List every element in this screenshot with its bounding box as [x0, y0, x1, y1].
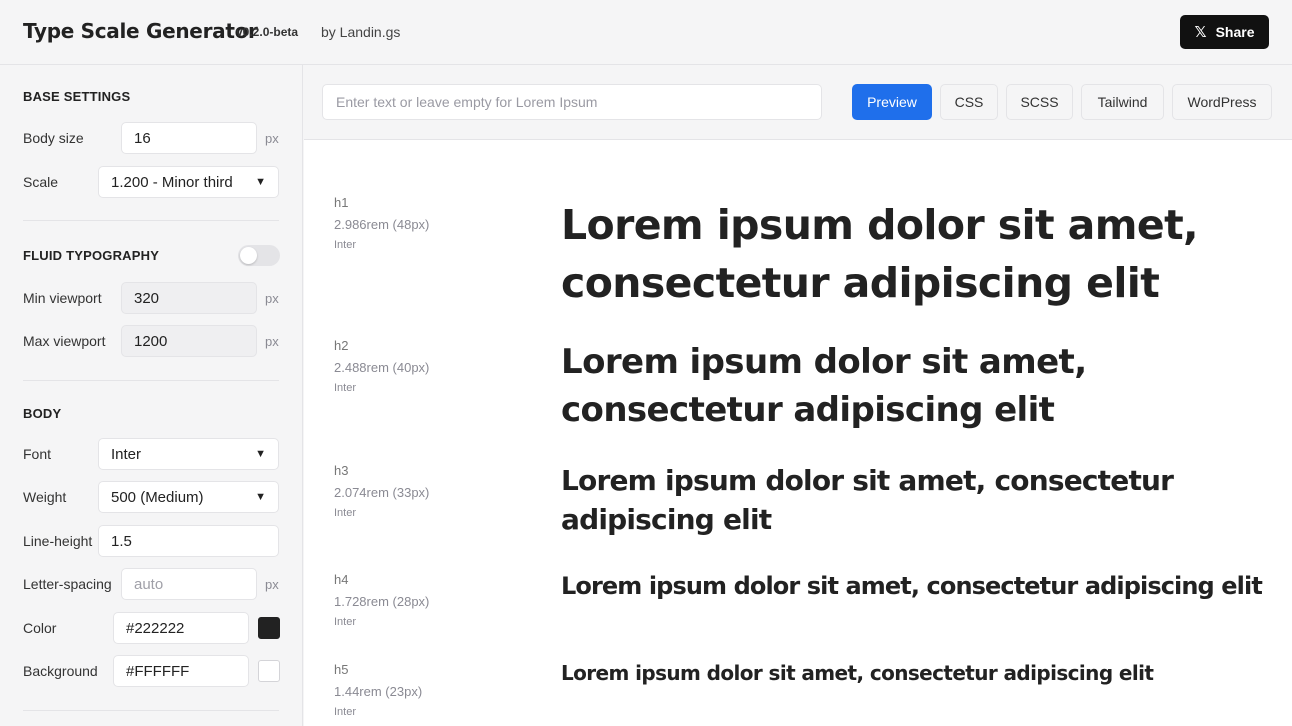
h2-size: 2.488rem (40px)	[334, 360, 430, 375]
divider	[23, 710, 279, 711]
toggle-knob	[240, 247, 257, 264]
h4-size: 1.728rem (28px)	[334, 594, 430, 609]
min-viewport-value: 320	[134, 289, 160, 307]
h3-font: Inter	[334, 507, 357, 519]
line-height-label: Line-height	[23, 533, 93, 549]
h1-sample: Lorem ipsum dolor sit amet, consectetur …	[561, 201, 1199, 307]
chevron-down-icon: ▼	[255, 448, 266, 460]
background-label: Background	[23, 663, 98, 679]
h1-font: Inter	[334, 239, 357, 251]
scale-value: 1.200 - Minor third	[111, 173, 233, 191]
background-value: #FFFFFF	[126, 662, 190, 680]
h5-sample: Lorem ipsum dolor sit amet, consectetur …	[561, 661, 1154, 685]
max-viewport-unit: px	[265, 334, 279, 349]
chevron-down-icon: ▼	[255, 491, 266, 503]
h5-font: Inter	[334, 706, 357, 718]
divider	[23, 220, 279, 221]
min-viewport-input[interactable]: 320	[121, 282, 257, 314]
weight-select[interactable]: 500 (Medium) ▼	[98, 481, 279, 513]
base-settings-title: BASE SETTINGS	[23, 89, 131, 104]
h2-font: Inter	[334, 382, 357, 394]
settings-sidebar: BASE SETTINGS Body size 16 px Scale 1.20…	[0, 65, 303, 726]
app-title: Type Scale Generator	[23, 19, 258, 43]
top-bar: Type Scale Generator v0.2.0-beta by Land…	[0, 0, 1292, 65]
h5-size: 1.44rem (23px)	[334, 684, 423, 699]
x-logo-icon: 𝕏	[1194, 24, 1207, 41]
tab-tailwind[interactable]: Tailwind	[1081, 84, 1164, 120]
weight-label: Weight	[23, 489, 67, 505]
weight-value: 500 (Medium)	[111, 488, 204, 506]
line-height-input[interactable]: 1.5	[98, 525, 279, 557]
divider	[23, 380, 279, 381]
byline-link[interactable]: by Landin.gs	[321, 24, 400, 40]
letter-spacing-input[interactable]: auto	[121, 568, 257, 600]
tab-wordpress[interactable]: WordPress	[1172, 84, 1272, 120]
h2-tag: h2	[334, 338, 349, 353]
chevron-down-icon: ▼	[255, 176, 266, 188]
h2-sample: Lorem ipsum dolor sit amet, consectetur …	[561, 342, 1087, 430]
tab-scss[interactable]: SCSS	[1006, 84, 1073, 120]
preview-text-input[interactable]	[322, 84, 822, 120]
h4-meta: h4 1.728rem (28px) Inter	[334, 572, 429, 628]
body-size-input[interactable]: 16	[121, 122, 257, 154]
share-button-label: Share	[1215, 24, 1255, 40]
body-section-title: BODY	[23, 406, 62, 421]
font-label: Font	[23, 446, 52, 462]
max-viewport-value: 1200	[134, 332, 168, 350]
preview-toolbar: Preview CSS SCSS Tailwind WordPress	[304, 65, 1292, 140]
background-swatch[interactable]	[258, 660, 280, 682]
tab-css[interactable]: CSS	[940, 84, 998, 120]
h3-size: 2.074rem (33px)	[334, 485, 430, 500]
fluid-typography-toggle[interactable]	[238, 245, 280, 266]
body-size-value: 16	[134, 129, 151, 147]
letter-spacing-placeholder: auto	[134, 575, 164, 593]
font-select[interactable]: Inter ▼	[98, 438, 279, 470]
color-swatch[interactable]	[258, 617, 280, 639]
h5-meta: h5 1.44rem (23px) Inter	[334, 662, 422, 718]
max-viewport-label: Max viewport	[23, 333, 106, 349]
h3-sample: Lorem ipsum dolor sit amet, consectetur …	[561, 464, 1174, 536]
min-viewport-unit: px	[265, 291, 279, 306]
body-size-unit: px	[265, 131, 279, 146]
version-label: v0.2.0-beta	[236, 25, 299, 39]
letter-spacing-label: Letter-spacing	[23, 576, 112, 592]
h5-tag: h5	[334, 662, 349, 677]
h1-size: 2.986rem (48px)	[334, 217, 430, 232]
color-label: Color	[23, 620, 57, 636]
h4-tag: h4	[334, 572, 349, 587]
letter-spacing-unit: px	[265, 577, 279, 592]
scale-select[interactable]: 1.200 - Minor third ▼	[98, 166, 279, 198]
font-value: Inter	[111, 445, 142, 463]
h4-sample: Lorem ipsum dolor sit amet, consectetur …	[561, 572, 1263, 600]
h3-tag: h3	[334, 463, 349, 478]
h1-meta: h1 2.986rem (48px) Inter	[334, 195, 429, 251]
color-input[interactable]: #222222	[113, 612, 249, 644]
fluid-typography-title: FLUID TYPOGRAPHY	[23, 248, 160, 263]
share-button[interactable]: 𝕏 Share	[1180, 15, 1269, 49]
max-viewport-input[interactable]: 1200	[121, 325, 257, 357]
color-value: #222222	[126, 619, 185, 637]
background-input[interactable]: #FFFFFF	[113, 655, 249, 687]
h2-meta: h2 2.488rem (40px) Inter	[334, 338, 429, 394]
h4-font: Inter	[334, 616, 357, 628]
h1-tag: h1	[334, 195, 349, 210]
scale-label: Scale	[23, 174, 59, 190]
tab-preview[interactable]: Preview	[852, 84, 932, 120]
type-scale-preview: h1 2.986rem (48px) Inter Lorem ipsum dol…	[304, 140, 1292, 726]
body-size-label: Body size	[23, 130, 84, 146]
min-viewport-label: Min viewport	[23, 290, 102, 306]
line-height-value: 1.5	[111, 532, 132, 550]
h3-meta: h3 2.074rem (33px) Inter	[334, 463, 429, 519]
